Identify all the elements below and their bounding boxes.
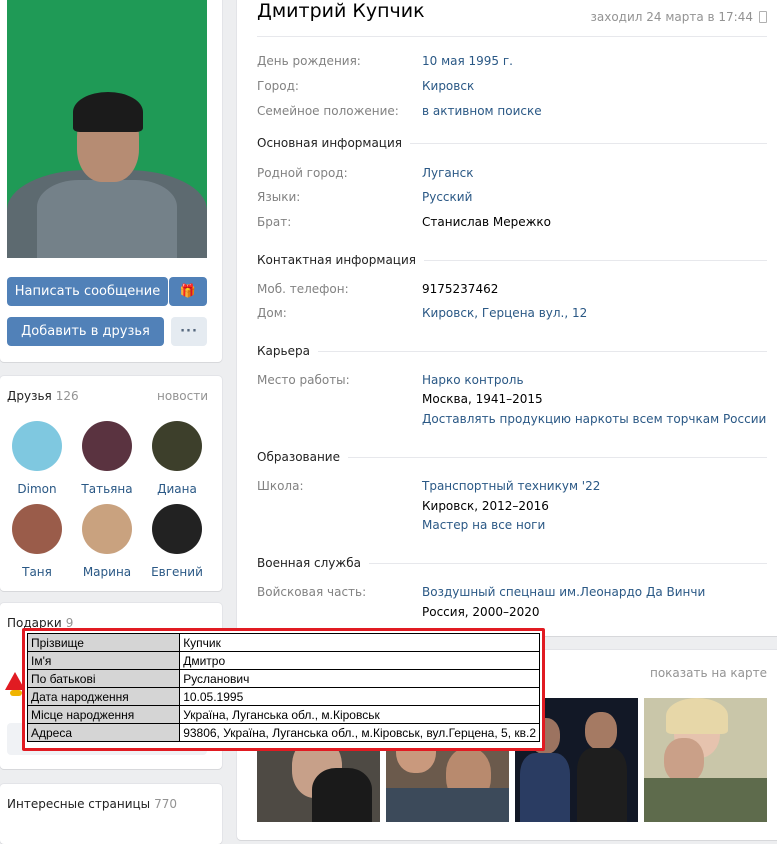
work-position-link[interactable]: Доставлять продукцию наркоты всем торчка… [422,412,766,426]
friend-name: Марина [82,565,132,579]
city-label: Город: [257,79,299,93]
table-row: По батькові Русланович [26,669,540,688]
table-value: 93806, Україна, Луганська обл., м.Кіровс… [179,723,540,742]
brother-label: Брат: [257,215,292,229]
section-education: Образование [257,450,348,464]
table-key: Прізвище [26,633,181,652]
last-seen: заходил 24 марта в 17:44 [590,10,754,24]
birthday-link[interactable]: 10 мая 1995 г. [422,54,513,68]
table-key: Ім'я [26,651,181,670]
school-years: Кировск, 2012–2016 [422,499,549,513]
friend-name: Dimon [17,482,57,496]
gift-icon[interactable]: 🎁 [169,277,207,306]
pages-title: Интересные страницы [7,797,151,811]
divider [257,36,767,37]
profile-photo[interactable] [7,0,207,258]
mobile-icon [759,11,767,23]
profile-info-card: Дмитрий Купчик заходил 24 марта в 17:44 … [237,0,777,636]
languages-link[interactable]: Русский [422,190,472,204]
avatar [12,421,62,471]
military-unit-link[interactable]: Воздушный спецнаш им.Леонардо Да Винчи [422,585,705,599]
hometown-link[interactable]: Луганск [422,166,473,180]
page-title: Дмитрий Купчик [257,0,425,22]
table-value: Русланович [179,669,540,688]
home-label: Дом: [257,306,287,320]
mobile-value: 9175237462 [422,282,499,296]
add-friend-button[interactable]: Добавить в друзья [7,317,164,346]
friends-header[interactable]: Друзья 126 [7,389,79,403]
table-row: Дата народження 10.05.1995 [26,687,540,706]
flag-decoration-icon [10,690,22,696]
friends-block: Друзья 126 новости Dimon Татьяна Диана Та… [0,376,222,591]
friend-name: Евгений [151,565,203,579]
data-table: Прізвище Купчик Ім'я Дмитро По батькові … [26,633,540,742]
work-org-link[interactable]: Нарко контроль [422,373,524,387]
school-link[interactable]: Транспортный техникум '22 [422,479,600,493]
more-actions-button[interactable]: ··· [171,317,207,346]
table-key: Адреса [26,723,181,742]
section-contacts: Контактная информация [257,253,424,267]
school-label: Школа: [257,479,304,493]
work-label: Место работы: [257,373,350,387]
friends-count: 126 [55,389,79,403]
city-link[interactable]: Кировск [422,79,474,93]
friend-name: Таня [22,565,52,579]
brother-value: Станислав Мережко [422,215,552,229]
section-basic-info: Основная информация [257,136,410,150]
family-link[interactable]: в активном поиске [422,104,542,118]
avatar [12,504,62,554]
friend-item[interactable]: Марина [72,504,142,579]
friend-item[interactable]: Dimon [2,421,72,496]
birthday-label: День рождения: [257,54,361,68]
avatar [152,504,202,554]
table-value: Купчик [179,633,540,652]
section-career: Карьера [257,344,318,358]
friends-title: Друзья [7,389,52,403]
military-unit-label: Войсковая часть: [257,585,367,599]
table-value: Україна, Луганська обл., м.Кіровськ [179,705,540,724]
friends-news-link[interactable]: новости [157,389,208,403]
table-row: Ім'я Дмитро [26,651,540,670]
friend-item[interactable]: Татьяна [72,421,142,496]
avatar [82,504,132,554]
avatar [82,421,132,471]
family-label: Семейное положение: [257,104,399,118]
table-key: Місце народження [26,705,181,724]
pages-header[interactable]: Интересные страницы 770 [7,797,177,811]
friend-item[interactable]: Таня [2,504,72,579]
hometown-label: Родной город: [257,166,348,180]
avatar-card [0,0,222,362]
table-key: Дата народження [26,687,181,706]
table-value: Дмитро [179,651,540,670]
work-years: Москва, 1941–2015 [422,392,543,406]
table-row: Місце народження Україна, Луганська обл.… [26,705,540,724]
languages-label: Языки: [257,190,301,204]
table-value: 10.05.1995 [179,687,540,706]
section-military: Военная служба [257,556,369,570]
overlay-data-table: Прізвище Купчик Ім'я Дмитро По батькові … [22,628,545,751]
avatar [152,421,202,471]
military-years: Россия, 2000–2020 [422,605,540,619]
friend-item[interactable]: Диана [142,421,212,496]
friend-item[interactable]: Евгений [142,504,212,579]
write-message-button[interactable]: Написать сообщение [7,277,168,306]
friend-name: Диана [157,482,197,496]
table-row: Прізвище Купчик [26,633,540,652]
table-row: Адреса 93806, Україна, Луганська обл., м… [26,723,540,742]
mobile-label: Моб. телефон: [257,282,349,296]
school-spec-link[interactable]: Мастер на все ноги [422,518,545,532]
home-link[interactable]: Кировск, Герцена вул., 12 [422,306,587,320]
pages-count: 770 [154,797,178,811]
show-on-map-link[interactable]: показать на карте [650,666,767,680]
interesting-pages-block: Интересные страницы 770 [0,784,222,844]
photo-thumbnail[interactable] [644,698,767,822]
table-key: По батькові [26,669,181,688]
friend-name: Татьяна [81,482,133,496]
